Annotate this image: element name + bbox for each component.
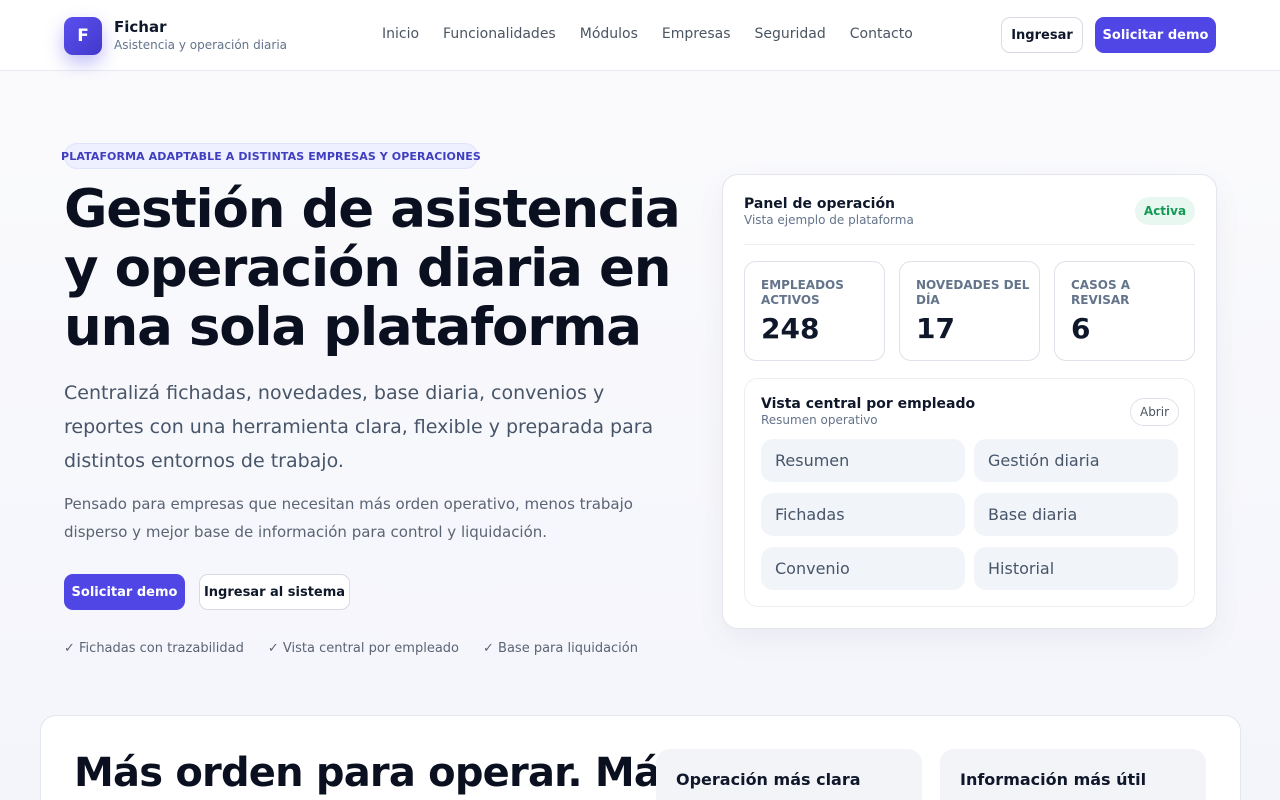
top-navbar: F Fichar Asistencia y operación diaria I…	[0, 0, 1280, 71]
module-tile-resumen[interactable]: Resumen	[761, 439, 965, 482]
module-tile-historial[interactable]: Historial	[974, 547, 1178, 590]
employee-view-subtitle: Resumen operativo	[761, 413, 878, 427]
stat-label: Empleados activos	[761, 278, 844, 307]
benefits-section: Más orden para operar. Más Operación más…	[40, 715, 1241, 800]
module-tile-base-diaria[interactable]: Base diaria	[974, 493, 1178, 536]
hero-checklist: ✓ Fichadas con trazabilidad ✓ Vista cent…	[64, 641, 662, 656]
section-title: Más orden para operar. Más	[74, 750, 684, 796]
panel-subtitle: Vista ejemplo de plataforma	[744, 213, 914, 227]
main-nav: Inicio Funcionalidades Módulos Empresas …	[382, 26, 937, 42]
employee-view-card: Vista central por empleado Resumen opera…	[744, 378, 1195, 607]
module-tile-gestion-diaria[interactable]: Gestión diaria	[974, 439, 1178, 482]
operation-panel-card: Panel de operación Vista ejemplo de plat…	[722, 174, 1217, 629]
login-button[interactable]: Ingresar	[1001, 17, 1083, 53]
check-item: ✓ Base para liquidación	[483, 641, 638, 656]
nav-link-contacto[interactable]: Contacto	[850, 26, 913, 42]
employee-view-title: Vista central por empleado	[761, 396, 976, 412]
hero-tag: PLATAFORMA ADAPTABLE A DISTINTAS EMPRESA…	[61, 143, 481, 169]
feature-card-information: Información más útil	[940, 749, 1206, 800]
nav-link-funcionalidades[interactable]: Funcionalidades	[443, 26, 556, 42]
stat-value: 248	[761, 312, 820, 345]
brand-name[interactable]: Fichar	[114, 18, 166, 36]
feature-title: Operación más clara	[676, 770, 861, 789]
feature-card-operation: Operación más clara	[656, 749, 922, 800]
hero-lead: Centralizá fichadas, novedades, base dia…	[64, 382, 654, 472]
check-item: ✓ Vista central por empleado	[267, 641, 460, 656]
nav-link-empresas[interactable]: Empresas	[662, 26, 731, 42]
hero-title: Gestión de asistencia y operación diaria…	[64, 179, 681, 358]
status-badge: Activa	[1135, 197, 1195, 225]
check-item: ✓ Fichadas con trazabilidad	[64, 641, 244, 656]
brand-tagline: Asistencia y operación diaria	[114, 38, 288, 52]
nav-link-modulos[interactable]: Módulos	[580, 26, 638, 42]
brand-logo[interactable]: F	[64, 17, 102, 55]
panel-title: Panel de operación	[744, 196, 896, 212]
stat-value: 6	[1071, 312, 1091, 345]
hero-request-demo-button[interactable]: Solicitar demo	[64, 574, 185, 610]
open-button[interactable]: Abrir	[1130, 398, 1179, 426]
nav-link-inicio[interactable]: Inicio	[382, 26, 419, 42]
hero-subtext: Pensado para empresas que necesitan más …	[64, 495, 633, 541]
stat-value: 17	[916, 312, 955, 345]
divider	[744, 244, 1195, 245]
module-tile-fichadas[interactable]: Fichadas	[761, 493, 965, 536]
stat-card-novelties: Novedades del día 17	[899, 261, 1040, 361]
request-demo-button[interactable]: Solicitar demo	[1095, 17, 1216, 53]
stat-card-cases: Casos a revisar 6	[1054, 261, 1195, 361]
nav-link-seguridad[interactable]: Seguridad	[755, 26, 826, 42]
stat-label: Novedades del día	[916, 278, 1030, 307]
stat-card-employees: Empleados activos 248	[744, 261, 885, 361]
feature-title: Información más útil	[960, 770, 1147, 789]
stat-label: Casos a revisar	[1071, 278, 1131, 307]
module-tile-convenio[interactable]: Convenio	[761, 547, 965, 590]
hero-login-button[interactable]: Ingresar al sistema	[199, 574, 350, 610]
